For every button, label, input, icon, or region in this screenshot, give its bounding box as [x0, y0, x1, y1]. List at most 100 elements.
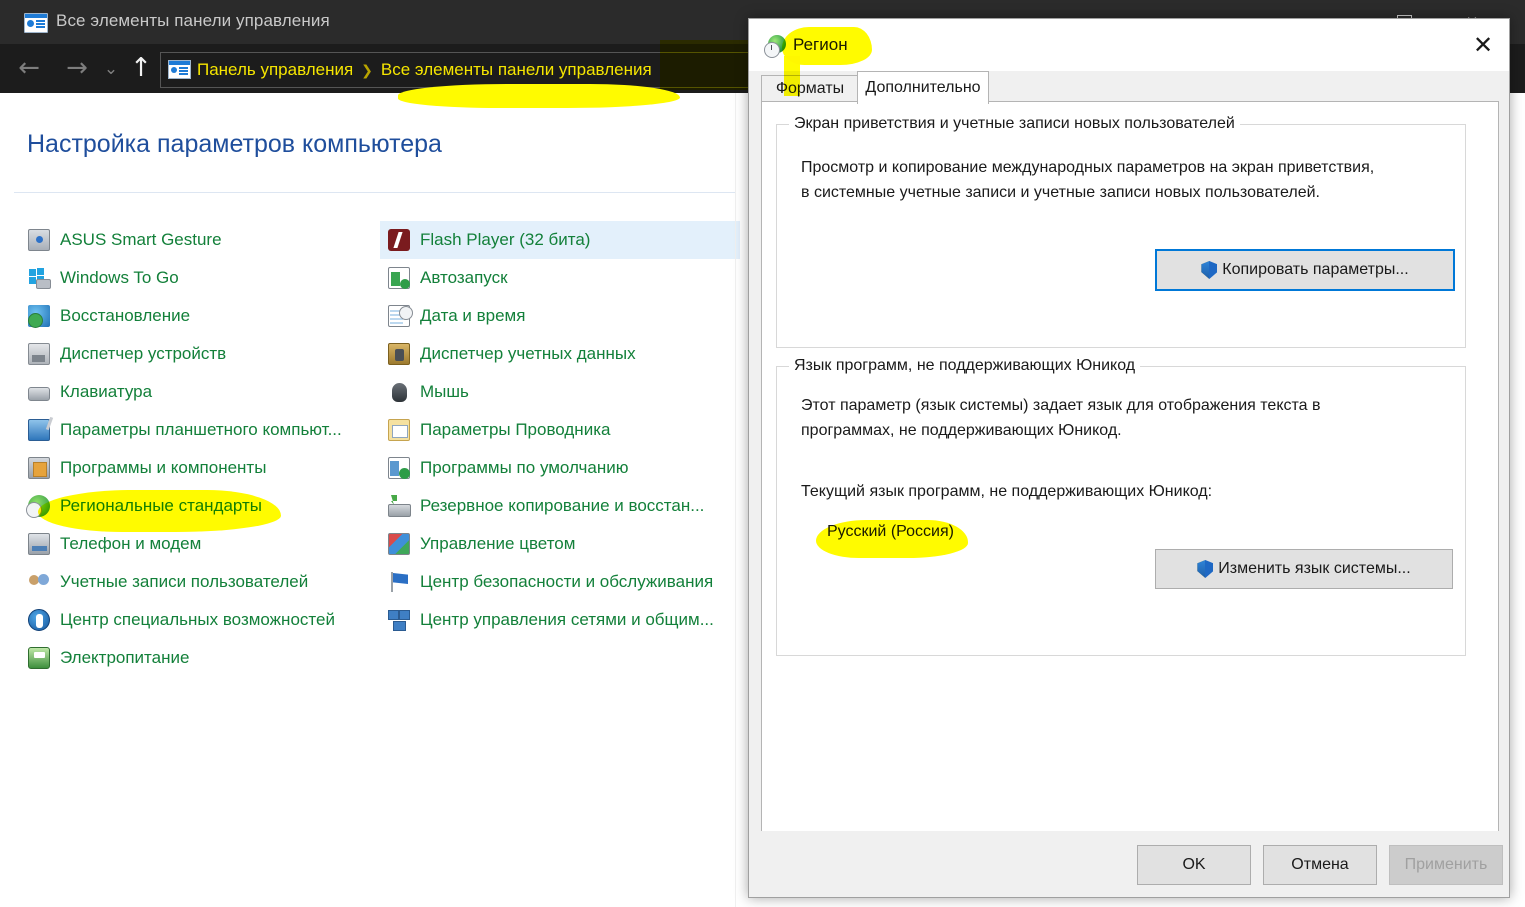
control-panel-icon — [24, 13, 48, 33]
dialog-title: Регион — [793, 35, 848, 54]
restore-icon — [28, 305, 50, 328]
region-dialog: Регион ✕ Форматы Дополнительно Экран при… — [748, 18, 1510, 898]
control-panel-item-right-9[interactable]: Центр безопасности и обслуживания — [380, 563, 736, 601]
group-non-unicode-language: Язык программ, не поддерживающих Юникод … — [776, 357, 1466, 656]
current-language-label: Текущий язык программ, не поддерживающих… — [801, 483, 1213, 500]
control-panel-item-left-2[interactable]: Восстановление — [20, 297, 380, 335]
item-label: Дата и время — [420, 306, 526, 325]
item-label: Параметры планшетного компьют... — [60, 420, 342, 439]
cancel-button[interactable]: Отмена — [1263, 845, 1377, 885]
tab-advanced[interactable]: Дополнительно — [857, 71, 989, 104]
dialog-footer: OK Отмена Применить — [749, 831, 1509, 897]
content-right-edge — [735, 93, 736, 907]
item-label: Восстановление — [60, 306, 191, 325]
ok-button[interactable]: OK — [1137, 845, 1251, 885]
power-icon — [28, 647, 50, 669]
window-title: Все элементы панели управления — [56, 11, 330, 30]
backup-icon — [388, 495, 411, 517]
divider — [14, 192, 736, 193]
programs-icon — [28, 457, 50, 479]
item-label: Управление цветом — [420, 534, 576, 553]
control-panel-item-left-9[interactable]: Учетные записи пользователей — [20, 563, 380, 601]
uac-shield-icon — [1201, 261, 1217, 279]
item-label: Параметры Проводника — [420, 420, 611, 439]
control-panel-item-left-10[interactable]: Центр специальных возможностей — [20, 601, 380, 639]
control-panel-item-right-10[interactable]: Центр управления сетями и общим... — [380, 601, 736, 639]
item-label: Windows To Go — [60, 268, 179, 287]
dialog-close-button[interactable]: ✕ — [1457, 19, 1509, 71]
chevron-right-icon: ❯ — [361, 61, 373, 78]
item-label: Центр управления сетями и общим... — [420, 610, 714, 629]
cred-icon — [388, 343, 410, 365]
control-panel-item-left-5[interactable]: Параметры планшетного компьют... — [20, 411, 380, 449]
autorun-icon — [388, 267, 410, 289]
item-label: Мышь — [420, 382, 469, 401]
network-icon — [388, 609, 410, 631]
change-system-locale-button[interactable]: Изменить язык системы... — [1155, 549, 1453, 589]
region-icon — [26, 495, 50, 518]
control-panel-icon — [168, 60, 191, 79]
phone-icon — [28, 533, 50, 555]
default-icon — [388, 457, 410, 479]
item-label: Центр безопасности и обслуживания — [420, 572, 714, 591]
items-column-right: Flash Player (32 бита) Автозапуск Дата и в… — [380, 221, 740, 639]
mouse-icon — [388, 381, 410, 403]
group-welcome-description: Просмотр и копирование международных пар… — [801, 159, 1375, 201]
control-panel-item-left-7[interactable]: Региональные стандарты — [20, 487, 380, 525]
control-panel-item-right-8[interactable]: Управление цветом — [380, 525, 736, 563]
item-label: Телефон и модем — [60, 534, 202, 553]
item-label: Автозапуск — [420, 268, 508, 287]
up-one-level-button[interactable]: ↑ — [128, 53, 154, 83]
item-label: Диспетчер учетных данных — [420, 344, 636, 363]
control-panel-item-left-3[interactable]: Диспетчер устройств — [20, 335, 380, 373]
item-label: Резервное копирование и восстан... — [420, 496, 705, 515]
control-panel-item-right-7[interactable]: Резервное копирование и восстан... — [380, 487, 736, 525]
tab-strip: Форматы Дополнительно — [749, 71, 1509, 104]
region-dialog-titlebar: Регион ✕ — [749, 19, 1509, 71]
control-panel-item-right-3[interactable]: Диспетчер учетных данных — [380, 335, 736, 373]
breadcrumb-item-all-items[interactable]: Все элементы панели управления — [381, 60, 652, 80]
tab-panel-advanced: Экран приветствия и учетные записи новых… — [761, 101, 1499, 851]
breadcrumb-item-control-panel[interactable]: Панель управления — [197, 60, 353, 80]
color-icon — [388, 533, 410, 555]
copy-settings-button-label: Копировать параметры... — [1222, 261, 1409, 278]
control-panel-item-left-8[interactable]: Телефон и модем — [20, 525, 380, 563]
explorer-icon — [388, 419, 410, 441]
control-panel-item-left-4[interactable]: Клавиатура — [20, 373, 380, 411]
tab-formats[interactable]: Форматы — [761, 75, 859, 102]
control-panel-item-right-0[interactable]: Flash Player (32 бита) — [380, 221, 740, 259]
page-title: Настройка параметров компьютера — [27, 130, 442, 158]
control-panel-item-right-1[interactable]: Автозапуск — [380, 259, 736, 297]
control-panel-item-right-2[interactable]: Дата и время — [380, 297, 736, 335]
monitor-icon — [28, 229, 50, 251]
group-language-description: Этот параметр (язык системы) задает язык… — [801, 397, 1321, 439]
items-column-left: ASUS Smart Gesture Windows To Go Восстанов… — [20, 221, 380, 677]
control-panel-item-right-6[interactable]: Программы по умолчанию — [380, 449, 736, 487]
control-panel-item-left-11[interactable]: Электропитание — [20, 639, 380, 677]
recent-locations-button[interactable]: ⌄ — [100, 53, 122, 85]
group-language-title: Язык программ, не поддерживающих Юникод — [789, 357, 1141, 375]
device-icon — [28, 343, 50, 365]
item-label: Flash Player (32 бита) — [420, 230, 591, 249]
item-label: Программы и компоненты — [60, 458, 267, 477]
breadcrumb: Панель управления ❯ Все элементы панели … — [197, 53, 652, 87]
item-label: Клавиатура — [60, 382, 153, 401]
change-system-locale-button-label: Изменить язык системы... — [1218, 560, 1411, 577]
group-welcome-screen: Экран приветствия и учетные записи новых… — [776, 115, 1466, 348]
control-panel-item-right-5[interactable]: Параметры Проводника — [380, 411, 736, 449]
control-panel-item-left-6[interactable]: Программы и компоненты — [20, 449, 380, 487]
forward-button[interactable]: → — [62, 53, 92, 83]
ease-icon — [28, 609, 50, 631]
back-button[interactable]: ← — [14, 53, 44, 83]
tablet-icon — [28, 419, 50, 441]
item-label: Программы по умолчанию — [420, 458, 629, 477]
control-panel-item-left-1[interactable]: Windows To Go — [20, 259, 380, 297]
control-panel-item-right-4[interactable]: Мышь — [380, 373, 736, 411]
uac-shield-icon — [1197, 560, 1213, 578]
security-icon — [388, 571, 410, 593]
item-label: Учетные записи пользователей — [60, 572, 309, 591]
control-panel-item-left-0[interactable]: ASUS Smart Gesture — [20, 221, 380, 259]
item-label: Центр специальных возможностей — [60, 610, 335, 629]
win-icon — [28, 267, 51, 289]
copy-settings-button[interactable]: Копировать параметры... — [1155, 249, 1455, 291]
